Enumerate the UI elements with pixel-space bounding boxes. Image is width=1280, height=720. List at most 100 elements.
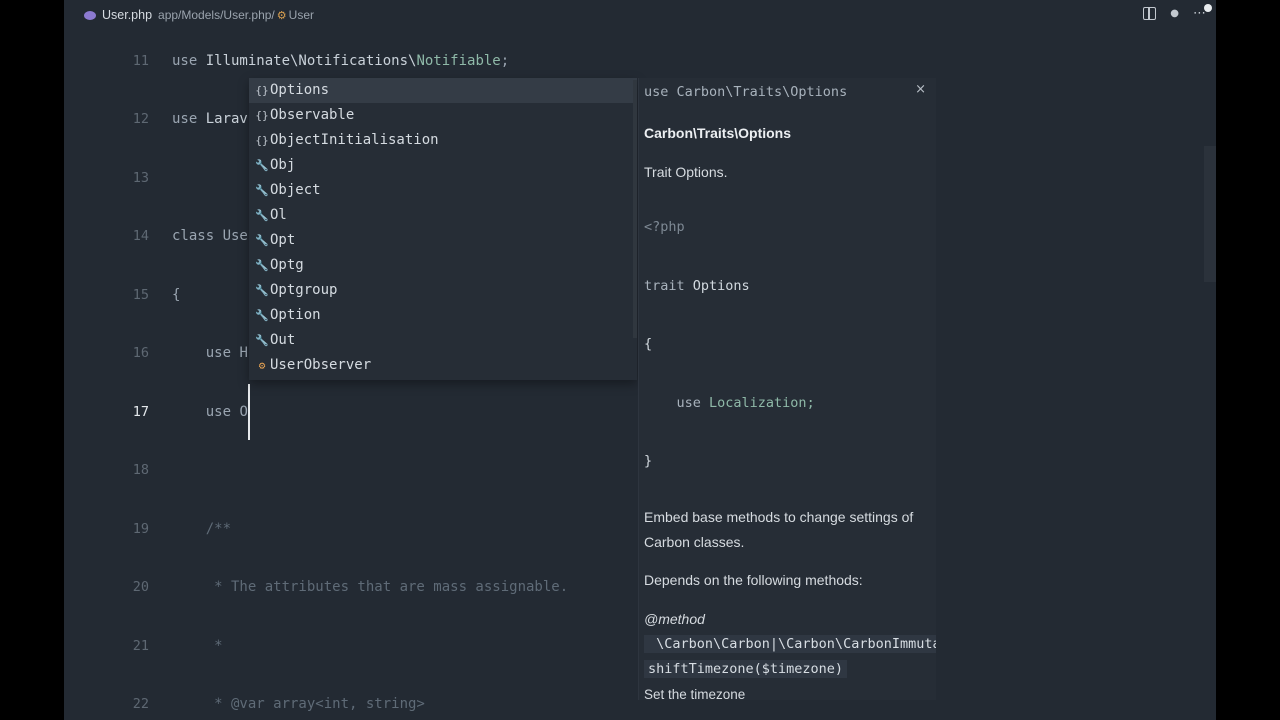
line-text: use H [172, 343, 248, 363]
doc-method-tag: @method [644, 611, 705, 627]
suggestion-item[interactable]: 🔧 Out [249, 328, 637, 353]
trait-name: H [239, 345, 248, 361]
close-icon[interactable]: × [915, 82, 926, 97]
doc-code-chip: shiftTimezone($timezone) [644, 660, 848, 678]
suggestion-item[interactable]: ⚙ UserObserver [249, 353, 637, 378]
snippet-wrench-icon: 🔧 [255, 284, 269, 297]
line-number: 11 [132, 53, 149, 69]
suggestion-item[interactable]: 🔧 Optgroup [249, 278, 637, 303]
autocomplete-list[interactable]: {} Options {} Observable {} ObjectInitia… [249, 78, 637, 380]
namespace: Larav [205, 111, 248, 127]
namespace: Illuminate\Notifications\ [205, 53, 417, 69]
suggestion-label: Out [270, 332, 296, 348]
keyword: class [172, 228, 223, 244]
editor-scrollbar[interactable] [1204, 146, 1216, 282]
comment-text: /** [172, 521, 232, 537]
snippet-wrench-icon: 🔧 [255, 159, 269, 172]
suggestion-item[interactable]: 🔧 Object [249, 178, 637, 203]
suggestion-label: ObjectInitialisation [270, 132, 439, 148]
snippet-wrench-icon: 🔧 [255, 234, 269, 247]
line-number: 12 [132, 111, 149, 127]
suggestion-label: Object [270, 182, 321, 198]
autocomplete-scrollbar[interactable] [633, 80, 637, 338]
keyword: use [172, 53, 206, 69]
suggestion-item[interactable]: 🔧 Ol [249, 203, 637, 228]
doc-code-chip: \Carbon\Carbon|\Carbon\CarbonImmutab [644, 635, 936, 653]
suggestion-label: Opt [270, 232, 296, 248]
suggestion-label: Ol [270, 207, 287, 223]
trait-icon: {} [255, 134, 269, 147]
documentation-panel: × use Carbon\Traits\Options Carbon\Trait… [638, 78, 936, 700]
doc-keyword: use [644, 395, 710, 411]
suggestion-item[interactable]: 🔧 Opt [249, 228, 637, 253]
line-number: 14 [132, 228, 149, 244]
suggestion-label: Options [270, 82, 330, 98]
line-text: use O [172, 402, 248, 422]
doc-depends: Depends on the following methods: [644, 572, 863, 588]
doc-description-line2: Carbon classes. [644, 534, 745, 550]
doc-summary: Trait Options. [644, 164, 728, 180]
suggestion-label: Optgroup [270, 282, 338, 298]
suggestion-item-selected[interactable]: {} Options [249, 78, 637, 103]
doc-keyword: trait [644, 278, 693, 294]
doc-method-description: Set the timezone [644, 687, 746, 700]
doc-use-name: Localization; [709, 395, 815, 411]
suggestion-label: Obj [270, 157, 296, 173]
line-number: 16 [132, 345, 149, 361]
line-number: 20 [132, 579, 149, 595]
suggestion-item[interactable]: 🔧 Obj [249, 153, 637, 178]
doc-code-brace-open: { [644, 336, 653, 352]
punctuation: ; [500, 53, 510, 69]
suggestion-label: Optg [270, 257, 304, 273]
suggestion-item[interactable]: 🔧 Option [249, 303, 637, 328]
typed-text: O [239, 404, 248, 420]
doc-trait-name: Options [692, 278, 750, 294]
line-number: 21 [132, 638, 149, 654]
doc-code-trait: trait Options [644, 278, 750, 294]
doc-method-types: \Carbon\Carbon|\Carbon\CarbonImmutab [644, 635, 936, 653]
doc-method-signature: shiftTimezone($timezone) [644, 660, 848, 678]
class-name: Notifiable [416, 53, 501, 69]
doc-description-line1: Embed base methods to change settings of [644, 509, 914, 525]
comment-text: * @var array<int, string> [172, 696, 425, 712]
trait-icon: {} [255, 84, 269, 97]
line-number: 15 [132, 287, 149, 303]
class-name: Use [222, 228, 248, 244]
comment-text: * The attributes that are mass assignabl… [172, 579, 569, 595]
class-gear-icon: ⚙ [258, 359, 266, 372]
keyword: use [172, 345, 240, 361]
line-text: use Illuminate\Notifications\Notifiable; [172, 51, 509, 71]
suggestion-label: Observable [270, 107, 355, 123]
snippet-wrench-icon: 🔧 [255, 259, 269, 272]
line-number: 22 [132, 696, 149, 712]
line-text: class Use [172, 226, 248, 246]
doc-heading: Carbon\Traits\Options [644, 125, 792, 141]
text-cursor [248, 384, 250, 440]
keyword: use [172, 111, 206, 127]
snippet-wrench-icon: 🔧 [255, 209, 269, 222]
keyword: use [172, 404, 240, 420]
notification-dot-icon [1204, 4, 1212, 12]
suggestion-label: UserObserver [270, 357, 372, 373]
snippet-wrench-icon: 🔧 [255, 309, 269, 322]
line-number: 17 [132, 404, 149, 420]
trait-icon: {} [255, 109, 269, 122]
doc-code-open: <?php [644, 219, 685, 235]
line-number: 13 [132, 170, 149, 186]
comment-text: * [172, 638, 223, 654]
brace: { [172, 287, 181, 303]
suggestion-item[interactable]: 🔧 Optg [249, 253, 637, 278]
editor-window: User.php app/Models/User.php/ ⚙ User ● ⋯… [64, 0, 1216, 720]
suggestion-item[interactable]: {} Observable [249, 103, 637, 128]
suggestion-label: Option [270, 307, 321, 323]
line-number: 19 [132, 521, 149, 537]
line-number: 18 [132, 462, 149, 478]
snippet-wrench-icon: 🔧 [255, 184, 269, 197]
suggestion-item[interactable]: {} ObjectInitialisation [249, 128, 637, 153]
line-text: { [172, 285, 180, 305]
doc-signature: use Carbon\Traits\Options [644, 84, 848, 100]
doc-code-use: use Localization; [644, 395, 815, 411]
doc-code-brace-close: } [644, 453, 653, 469]
snippet-wrench-icon: 🔧 [255, 334, 269, 347]
line-text: use Larav [172, 109, 248, 129]
